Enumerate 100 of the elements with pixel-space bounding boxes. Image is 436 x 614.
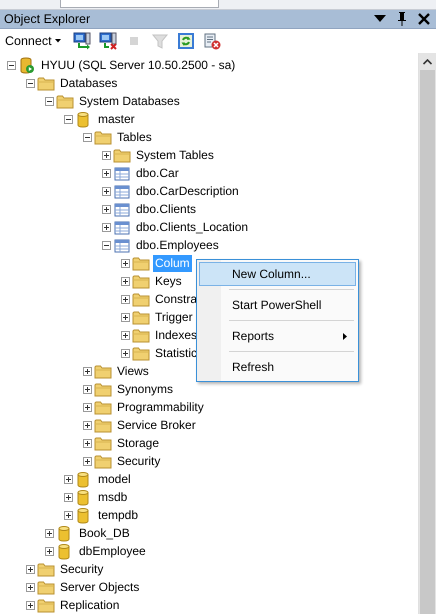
collapse-icon[interactable] (83, 132, 92, 142)
tree-item[interactable]: Programmability (115, 398, 206, 416)
expand-icon[interactable] (26, 600, 35, 610)
expand-icon[interactable] (64, 510, 73, 520)
scroll-thumb[interactable] (420, 70, 435, 614)
table-icon (113, 218, 131, 236)
tree-item[interactable]: tempdb (96, 506, 140, 524)
expand-icon[interactable] (83, 420, 92, 430)
collapse-icon[interactable] (64, 114, 73, 124)
folder-icon (132, 326, 150, 344)
expand-icon[interactable] (83, 438, 92, 448)
tree-item[interactable]: HYUU (SQL Server 10.50.2500 - sa) (39, 56, 238, 74)
menu-item[interactable]: Reports (199, 324, 356, 348)
folder-icon (132, 308, 150, 326)
tree-item[interactable]: Tables (115, 128, 154, 146)
folder-icon (94, 362, 112, 380)
expand-icon[interactable] (102, 186, 111, 196)
folder-icon (94, 128, 112, 146)
expand-icon[interactable] (121, 312, 130, 322)
connect-button[interactable]: Connect (3, 34, 63, 48)
caret-icon[interactable] (54, 38, 61, 43)
tree-item[interactable]: Synonyms (115, 380, 176, 398)
tree-item[interactable]: Databases (58, 74, 120, 92)
expand-icon[interactable] (102, 168, 111, 178)
tree-item[interactable]: msdb (96, 488, 130, 506)
menu-item[interactable]: New Column... (199, 262, 356, 286)
tree-item[interactable]: dbo.Car (134, 164, 181, 182)
folder-icon (132, 344, 150, 362)
tree-item[interactable]: System Databases (77, 92, 182, 110)
tree-item[interactable]: Service Broker (115, 416, 198, 434)
folder-icon (132, 272, 150, 290)
tree-item[interactable]: Storage (115, 434, 162, 452)
folder-icon (37, 560, 55, 578)
tree-item[interactable]: dbo.CarDescription (134, 182, 241, 200)
menu-item[interactable]: Refresh (199, 355, 356, 379)
expand-icon[interactable] (121, 258, 130, 268)
tree-item[interactable]: master (96, 110, 137, 128)
folder-icon (94, 452, 112, 470)
collapse-icon[interactable] (102, 240, 111, 250)
folder-icon (56, 92, 74, 110)
menu-item[interactable]: Start PowerShell (199, 293, 356, 317)
expand-icon[interactable] (102, 204, 111, 214)
collapse-icon[interactable] (45, 96, 54, 106)
expand-icon[interactable] (83, 402, 92, 412)
expand-icon[interactable] (121, 294, 130, 304)
table-icon (113, 182, 131, 200)
table-icon (113, 164, 131, 182)
server-icon (18, 56, 36, 74)
folder-icon (94, 380, 112, 398)
tree-item[interactable]: Views (115, 362, 151, 380)
folder-icon (113, 146, 131, 164)
disconnect-icon[interactable] (98, 32, 117, 50)
tree-item[interactable]: Trigger (153, 308, 195, 326)
collapse-icon[interactable] (26, 78, 35, 88)
tree-item[interactable]: dbo.Clients (134, 200, 198, 218)
expand-icon[interactable] (121, 276, 130, 286)
tree-item[interactable]: dbEmployee (77, 542, 148, 560)
folder-icon (94, 398, 112, 416)
tree-item[interactable]: Book_DB (77, 524, 132, 542)
close-icon[interactable] (418, 12, 430, 25)
folder-icon (132, 254, 150, 272)
tree-item[interactable]: dbo.Employees (134, 236, 221, 254)
tree-item[interactable]: Security (115, 452, 162, 470)
expand-icon[interactable] (26, 564, 35, 574)
expand-icon[interactable] (26, 582, 35, 592)
connect-icon[interactable] (72, 32, 91, 50)
scrollbar[interactable] (418, 53, 436, 614)
folder-icon (132, 290, 150, 308)
tree-item[interactable]: Statistic (153, 344, 200, 362)
expand-icon[interactable] (45, 546, 54, 556)
expand-icon[interactable] (121, 348, 130, 358)
expand-icon[interactable] (64, 492, 73, 502)
tree-item[interactable]: Constra (153, 290, 200, 308)
tree-item[interactable]: Indexes (153, 326, 200, 344)
tree-item[interactable]: Server Objects (58, 578, 142, 596)
expand-icon[interactable] (102, 150, 111, 160)
pin-icon[interactable] (397, 12, 407, 26)
tree-item[interactable]: Replication (58, 596, 122, 614)
collapse-icon[interactable] (7, 60, 16, 70)
dropdown-icon[interactable] (374, 14, 386, 23)
script-icon[interactable] (202, 32, 221, 50)
table-icon (113, 236, 131, 254)
expand-icon[interactable] (64, 474, 73, 484)
expand-icon[interactable] (83, 456, 92, 466)
expand-icon[interactable] (83, 366, 92, 376)
refresh-icon[interactable] (176, 32, 195, 50)
tree-item[interactable]: dbo.Clients_Location (134, 218, 250, 236)
expand-icon[interactable] (102, 222, 111, 232)
folder-icon (94, 434, 112, 452)
expand-icon[interactable] (83, 384, 92, 394)
expand-icon[interactable] (121, 330, 130, 340)
tree-item[interactable]: Security (58, 560, 106, 578)
tree-item[interactable]: System Tables (134, 146, 216, 164)
tree-item[interactable]: model (96, 470, 133, 488)
table-icon (113, 200, 131, 218)
submenu-arrow-icon (343, 332, 347, 340)
expand-icon[interactable] (45, 528, 54, 538)
scroll-up-icon[interactable] (423, 59, 432, 65)
tree-item[interactable]: Keys (153, 272, 184, 290)
folder-icon (94, 416, 112, 434)
